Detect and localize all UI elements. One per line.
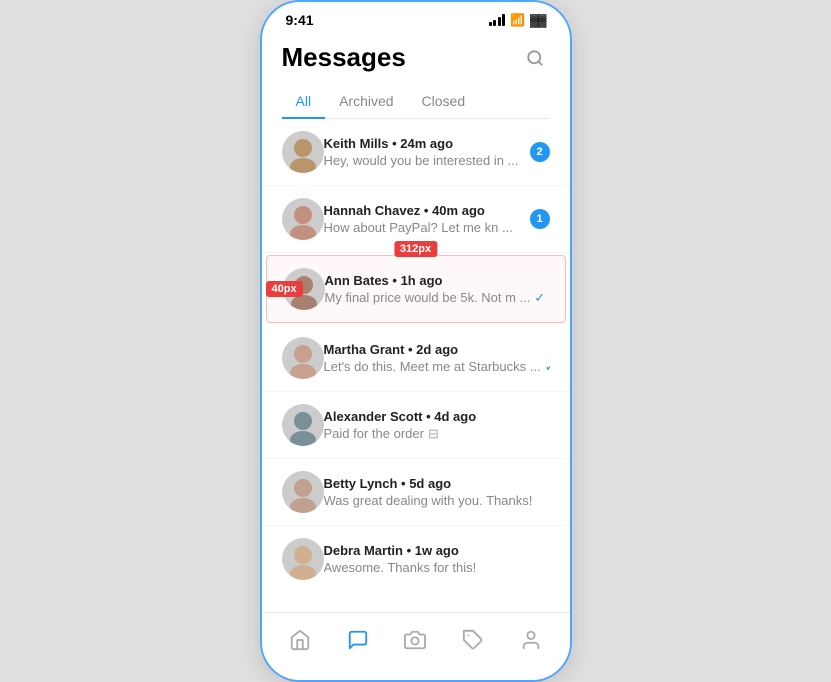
nav-tags[interactable] bbox=[452, 625, 494, 660]
note-icon: ⊟ bbox=[428, 426, 439, 442]
sender-name: Debra Martin • 1w ago bbox=[324, 543, 459, 558]
sender-name: Martha Grant • 2d ago bbox=[324, 342, 459, 357]
nav-camera[interactable] bbox=[394, 625, 436, 660]
check-icon: ✓ bbox=[534, 290, 545, 306]
sender-name: Betty Lynch • 5d ago bbox=[324, 476, 452, 491]
nav-home[interactable] bbox=[279, 625, 321, 660]
message-preview: Paid for the order ⊟ bbox=[324, 426, 550, 442]
status-icons: 📶 ▓▓ bbox=[489, 13, 546, 27]
message-preview: Awesome. Thanks for this! bbox=[324, 560, 550, 575]
home-icon bbox=[289, 629, 311, 656]
message-preview: Let's do this. Meet me at Starbucks ... … bbox=[324, 359, 550, 375]
message-content: Betty Lynch • 5d ago Was great dealing w… bbox=[324, 476, 550, 508]
page-title: Messages bbox=[282, 42, 406, 73]
camera-icon bbox=[404, 629, 426, 656]
tab-all[interactable]: All bbox=[282, 85, 326, 119]
unread-badge: 2 bbox=[530, 142, 550, 162]
message-content: Ann Bates • 1h ago My final price would … bbox=[325, 273, 549, 306]
message-preview: How about PayPal? Let me kn ... bbox=[324, 220, 530, 235]
message-content: Martha Grant • 2d ago Let's do this. Mee… bbox=[324, 342, 550, 375]
message-preview: My final price would be 5k. Not m ... ✓ bbox=[325, 290, 549, 306]
sender-name: Keith Mills • 24m ago bbox=[324, 136, 454, 151]
avatar bbox=[282, 404, 324, 446]
sender-name: Alexander Scott • 4d ago bbox=[324, 409, 477, 424]
header: Messages All Archived Closed bbox=[262, 32, 570, 119]
battery-icon: ▓▓ bbox=[530, 13, 546, 27]
list-item[interactable]: Keith Mills • 24m ago Hey, would you be … bbox=[262, 119, 570, 186]
double-check-icon: ✓✓ bbox=[545, 359, 550, 375]
sender-name: Ann Bates • 1h ago bbox=[325, 273, 443, 288]
messages-icon bbox=[347, 629, 369, 656]
message-list: Keith Mills • 24m ago Hey, would you be … bbox=[262, 119, 570, 592]
status-bar: 9:41 📶 ▓▓ bbox=[262, 2, 570, 32]
search-button[interactable] bbox=[520, 43, 550, 73]
list-item-highlighted[interactable]: Ann Bates • 1h ago My final price would … bbox=[266, 255, 566, 323]
measure-width-label: 312px bbox=[394, 241, 437, 257]
wifi-icon: 📶 bbox=[510, 13, 525, 27]
message-preview: Hey, would you be interested in ... bbox=[324, 153, 530, 168]
message-content: Debra Martin • 1w ago Awesome. Thanks fo… bbox=[324, 543, 550, 575]
avatar bbox=[282, 198, 324, 240]
message-content: Alexander Scott • 4d ago Paid for the or… bbox=[324, 409, 550, 442]
sender-name: Hannah Chavez • 40m ago bbox=[324, 203, 485, 218]
signal-icon bbox=[489, 14, 506, 26]
message-content: Hannah Chavez • 40m ago How about PayPal… bbox=[324, 203, 530, 235]
avatar bbox=[282, 538, 324, 580]
status-time: 9:41 bbox=[286, 12, 314, 28]
nav-messages[interactable] bbox=[337, 625, 379, 660]
measure-height-label: 40px bbox=[266, 281, 303, 297]
list-item[interactable]: Debra Martin • 1w ago Awesome. Thanks fo… bbox=[262, 526, 570, 592]
list-item[interactable]: Alexander Scott • 4d ago Paid for the or… bbox=[262, 392, 570, 459]
avatar bbox=[282, 337, 324, 379]
profile-icon bbox=[520, 629, 542, 656]
avatar bbox=[282, 471, 324, 513]
avatar bbox=[282, 131, 324, 173]
tab-archived[interactable]: Archived bbox=[325, 85, 407, 119]
list-item[interactable]: Betty Lynch • 5d ago Was great dealing w… bbox=[262, 459, 570, 526]
phone-frame: 9:41 📶 ▓▓ Messages bbox=[260, 0, 572, 682]
tab-bar: All Archived Closed bbox=[282, 85, 550, 119]
tab-closed[interactable]: Closed bbox=[408, 85, 480, 119]
list-item[interactable]: Martha Grant • 2d ago Let's do this. Mee… bbox=[262, 325, 570, 392]
tags-icon bbox=[462, 629, 484, 656]
message-content: Keith Mills • 24m ago Hey, would you be … bbox=[324, 136, 530, 168]
bottom-nav bbox=[262, 612, 570, 680]
message-preview: Was great dealing with you. Thanks! bbox=[324, 493, 550, 508]
nav-profile[interactable] bbox=[510, 625, 552, 660]
unread-badge: 1 bbox=[530, 209, 550, 229]
